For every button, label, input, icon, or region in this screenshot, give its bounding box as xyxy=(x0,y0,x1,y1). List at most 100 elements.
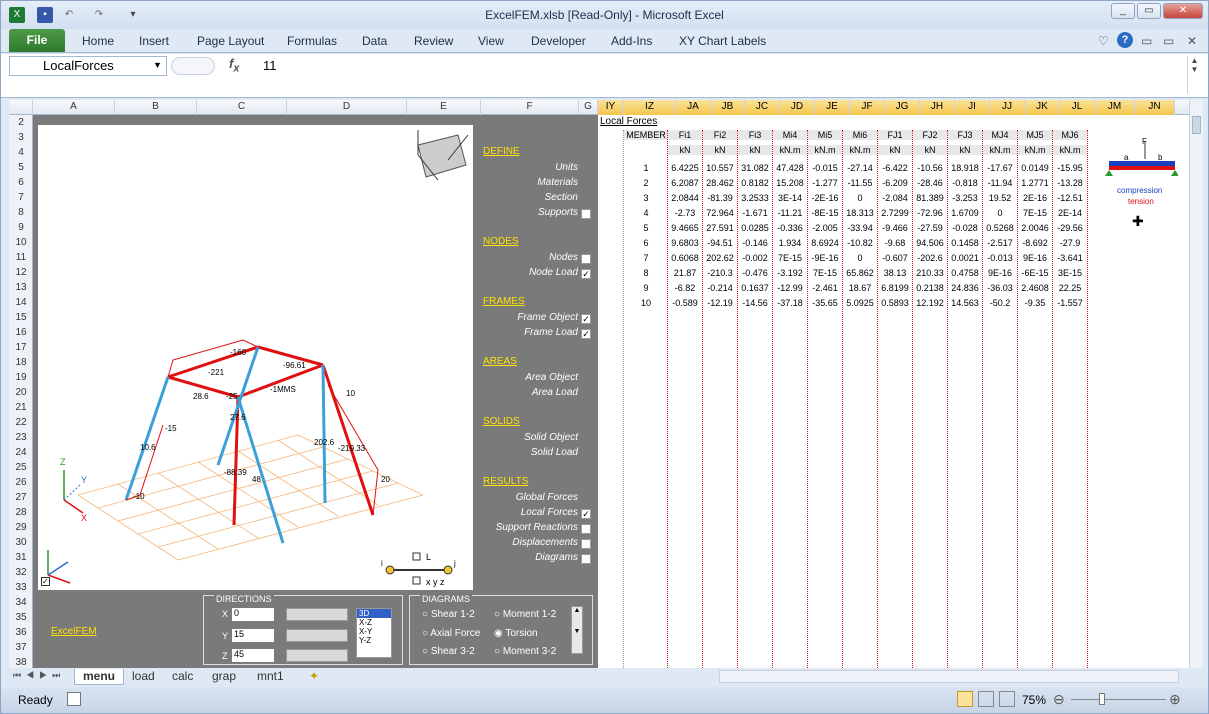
wb-close-icon[interactable]: ✕ xyxy=(1187,34,1197,48)
col-iy[interactable]: IY xyxy=(598,100,624,115)
nodes-checkbox[interactable] xyxy=(581,254,591,264)
row-header[interactable]: 23 xyxy=(9,432,33,443)
view-x-z[interactable]: X-Z xyxy=(357,618,391,627)
force-cell[interactable]: -0.607 xyxy=(878,253,912,263)
col-header-mj6[interactable]: MJ6 xyxy=(1053,130,1087,140)
frame-load-checkbox[interactable]: ✓ xyxy=(581,329,591,339)
force-cell[interactable]: 22.25 xyxy=(1053,283,1087,293)
row-header[interactable]: 29 xyxy=(9,522,33,533)
force-cell[interactable]: -2.461 xyxy=(808,283,842,293)
radio-axial[interactable]: ○ Axial Force xyxy=(422,628,480,639)
member-id-cell[interactable]: 2 xyxy=(624,178,668,188)
unit-cell[interactable]: kN.m xyxy=(983,145,1017,155)
force-cell[interactable]: -2.73 xyxy=(668,208,702,218)
force-cell[interactable]: -8E-15 xyxy=(808,208,842,218)
force-cell[interactable]: -0.015 xyxy=(808,163,842,173)
force-cell[interactable]: 9.4665 xyxy=(668,223,702,233)
force-cell[interactable]: -12.51 xyxy=(1053,193,1087,203)
vertical-scrollbar[interactable] xyxy=(1189,100,1203,668)
tab-home[interactable]: Home xyxy=(82,34,114,48)
menu-materials[interactable]: Materials xyxy=(438,177,578,188)
force-cell[interactable]: 28.462 xyxy=(703,178,737,188)
unit-cell[interactable]: kN xyxy=(668,145,702,155)
force-cell[interactable]: 8.6924 xyxy=(808,238,842,248)
axes-toggle-checkbox[interactable]: ✓ xyxy=(41,577,50,586)
member-id-cell[interactable]: 3 xyxy=(624,193,668,203)
row-header[interactable]: 15 xyxy=(9,312,33,323)
select-all-corner[interactable] xyxy=(9,100,33,115)
force-cell[interactable]: -28.46 xyxy=(913,178,947,188)
force-cell[interactable]: 9.6803 xyxy=(668,238,702,248)
restore-button[interactable]: ▭ xyxy=(1137,3,1161,19)
force-cell[interactable]: 2.4608 xyxy=(1018,283,1052,293)
tab-review[interactable]: Review xyxy=(414,34,453,48)
row-header[interactable]: 31 xyxy=(9,552,33,563)
tab-page-layout[interactable]: Page Layout xyxy=(197,34,264,48)
menu-node-load[interactable]: Node Load xyxy=(438,267,578,278)
zoom-level[interactable]: 75% xyxy=(1022,693,1046,707)
row-header[interactable]: 21 xyxy=(9,402,33,413)
force-cell[interactable]: -3.641 xyxy=(1053,253,1087,263)
col-jj[interactable]: JJ xyxy=(990,100,1025,115)
tab-formulas[interactable]: Formulas xyxy=(287,34,337,48)
normal-view-icon[interactable] xyxy=(957,691,973,707)
force-cell[interactable]: 0 xyxy=(843,193,877,203)
force-cell[interactable]: 3.2533 xyxy=(738,193,772,203)
force-cell[interactable]: 10.557 xyxy=(703,163,737,173)
col-header-mj5[interactable]: MJ5 xyxy=(1018,130,1052,140)
unit-cell[interactable]: kN.m xyxy=(843,145,877,155)
col-ja[interactable]: JA xyxy=(676,100,711,115)
close-button[interactable]: ✕ xyxy=(1163,3,1203,19)
member-header[interactable]: MEMBER xyxy=(624,130,668,140)
formula-expand-icon[interactable]: ▲ ▼ xyxy=(1187,56,1201,94)
force-cell[interactable]: -33.94 xyxy=(843,223,877,233)
row-header[interactable]: 10 xyxy=(9,237,33,248)
unit-cell[interactable]: kN xyxy=(878,145,912,155)
force-cell[interactable]: 0.2138 xyxy=(913,283,947,293)
row-header[interactable]: 24 xyxy=(9,447,33,458)
horizontal-scrollbar[interactable] xyxy=(719,670,1179,683)
row-header[interactable]: 20 xyxy=(9,387,33,398)
force-cell[interactable]: 7E-15 xyxy=(1018,208,1052,218)
force-cell[interactable]: 3E-14 xyxy=(773,193,807,203)
row-header[interactable]: 19 xyxy=(9,372,33,383)
force-cell[interactable]: -9.35 xyxy=(1018,298,1052,308)
dir-z-select[interactable]: 45 xyxy=(232,649,274,662)
local-forces-checkbox[interactable]: ✓ xyxy=(581,509,591,519)
menu-nodes[interactable]: Nodes xyxy=(438,252,578,263)
col-c[interactable]: C xyxy=(197,100,287,115)
row-header[interactable]: 36 xyxy=(9,627,33,638)
force-cell[interactable]: 0.1458 xyxy=(948,238,982,248)
col-jg[interactable]: JG xyxy=(885,100,920,115)
force-cell[interactable]: -0.028 xyxy=(948,223,982,233)
force-cell[interactable]: -6E-15 xyxy=(1018,268,1052,278)
row-header[interactable]: 9 xyxy=(9,222,33,233)
row-header[interactable]: 2 xyxy=(9,117,33,128)
force-cell[interactable]: 0 xyxy=(843,253,877,263)
force-cell[interactable]: 0.1637 xyxy=(738,283,772,293)
tab-data[interactable]: Data xyxy=(362,34,387,48)
unit-cell[interactable]: kN xyxy=(913,145,947,155)
force-cell[interactable]: -0.013 xyxy=(983,253,1017,263)
view-y-z[interactable]: Y-Z xyxy=(357,636,391,645)
col-je[interactable]: JE xyxy=(815,100,850,115)
model-view-canvas[interactable]: -160 -221 -96.61 28.6 -25 -1MMS 10 -15 27.6 10… xyxy=(38,125,473,590)
member-id-cell[interactable]: 1 xyxy=(624,163,668,173)
force-cell[interactable]: 1.2771 xyxy=(1018,178,1052,188)
unit-cell[interactable]: kN xyxy=(738,145,772,155)
row-header[interactable]: 16 xyxy=(9,327,33,338)
new-sheet-icon[interactable]: ✦ xyxy=(301,669,327,685)
row-header[interactable]: 14 xyxy=(9,297,33,308)
force-cell[interactable]: 65.862 xyxy=(843,268,877,278)
unit-cell[interactable]: kN xyxy=(948,145,982,155)
col-header-fj1[interactable]: FJ1 xyxy=(878,130,912,140)
help-icon[interactable]: ? xyxy=(1117,32,1133,48)
col-jc[interactable]: JC xyxy=(745,100,780,115)
minimize-button[interactable]: _ xyxy=(1111,3,1135,19)
force-cell[interactable]: -11.94 xyxy=(983,178,1017,188)
force-cell[interactable]: 0.4758 xyxy=(948,268,982,278)
unit-cell[interactable]: kN.m xyxy=(1053,145,1087,155)
col-jh[interactable]: JH xyxy=(920,100,955,115)
col-b[interactable]: B xyxy=(115,100,197,115)
force-cell[interactable]: -27.59 xyxy=(913,223,947,233)
